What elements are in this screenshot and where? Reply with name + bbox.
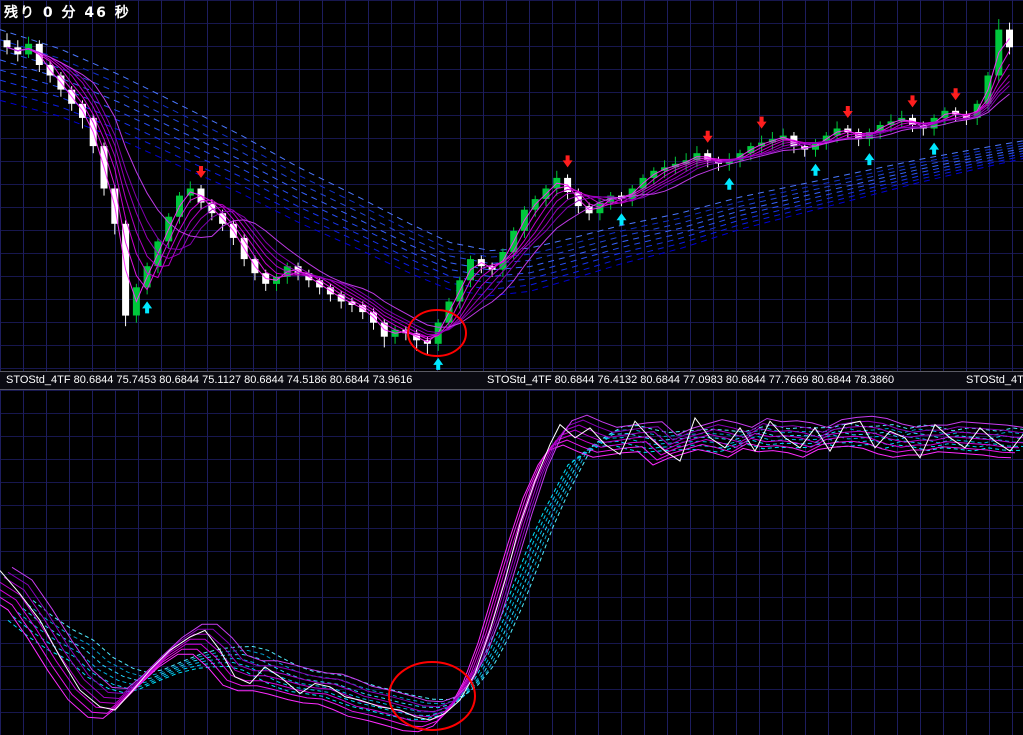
indicator-values-2: STOStd_4TF 80.6844 76.4132 80.6844 77.09…: [487, 374, 895, 386]
down-arrow-icon: [562, 155, 573, 168]
countdown-timer: 残り 0 分 46 秒: [4, 5, 131, 21]
indicator-values-1: STOStd_4TF 80.6844 75.7453 80.6844 75.11…: [6, 374, 413, 386]
down-arrow-icon: [907, 95, 918, 108]
up-arrow-icon: [616, 213, 627, 226]
up-arrow-icon: [864, 153, 875, 166]
stochastic-panel[interactable]: [0, 390, 1023, 735]
up-arrow-icon: [142, 301, 153, 314]
up-arrow-icon: [929, 142, 940, 155]
up-arrow-icon: [433, 357, 444, 370]
down-arrow-icon: [756, 116, 767, 129]
indicator-header-bar[interactable]: STOStd_4TF 80.6844 75.7453 80.6844 75.11…: [0, 371, 1023, 390]
up-arrow-icon: [724, 177, 735, 190]
price-chart-canvas: [0, 19, 1023, 370]
down-arrow-icon: [842, 106, 853, 118]
down-arrow-icon: [702, 130, 713, 143]
indicator-values-3: STOStd_4T: [966, 374, 1023, 386]
down-arrow-icon: [950, 88, 961, 101]
down-arrow-icon: [196, 166, 206, 178]
slow-stoch-ribbon-layer: [7, 422, 1023, 721]
up-arrow-icon: [810, 163, 821, 176]
fast-stoch-ribbon-layer: [0, 414, 1023, 733]
price-chart-panel[interactable]: 残り 0 分 46 秒: [0, 0, 1023, 371]
trading-chart-window: 残り 0 分 46 秒 STOStd_4TF 80.6844 75.7453 8…: [0, 0, 1023, 735]
stochastic-canvas: [0, 414, 1023, 733]
